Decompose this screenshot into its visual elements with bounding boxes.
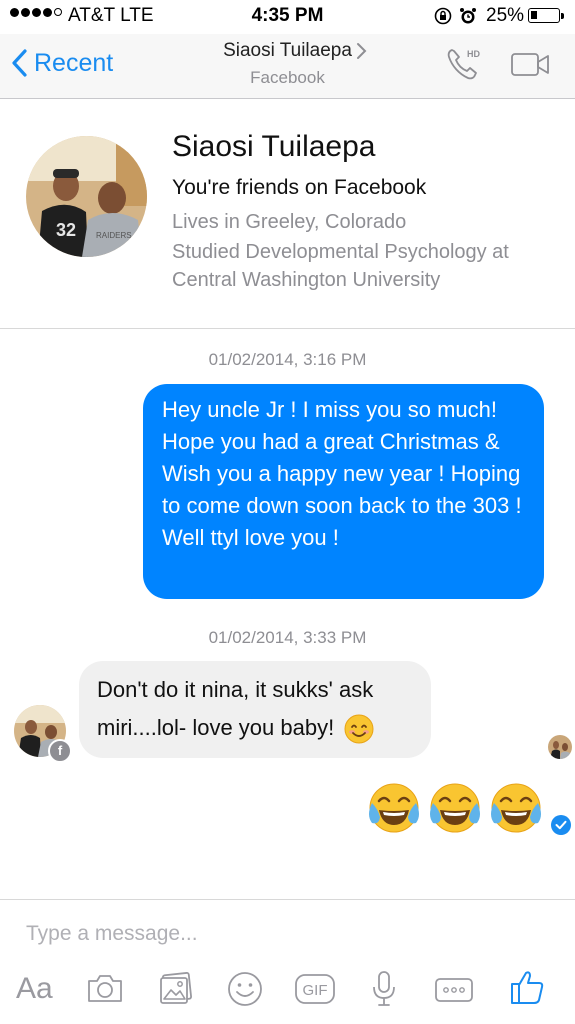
svg-text:HD: HD [467,49,480,59]
divider [0,328,575,329]
status-bar: AT&T LTE 4:35 PM 25% [0,0,575,34]
message-text: Hey uncle Jr ! I miss you so much! Hope … [162,397,522,550]
voice-message-button[interactable] [371,970,397,1013]
profile-education: Studied Developmental Psychology at Cent… [172,241,509,291]
divider [0,899,575,900]
battery-percentage: 25% [486,5,525,26]
hd-call-button[interactable]: HD [445,46,487,89]
photo-gallery-button[interactable] [158,970,194,1011]
svg-text:32: 32 [56,220,76,240]
thumbs-up-icon [511,971,544,1004]
battery-tip [561,13,564,19]
conversation-source: Facebook [250,68,325,87]
message-text: Don't do it nina, it sukks' ask miri....… [97,677,374,740]
read-receipt-avatar [548,735,572,759]
sent-message-bubble[interactable]: Hey uncle Jr ! I miss you so much! Hope … [143,384,544,599]
received-message-bubble[interactable]: Don't do it nina, it sukks' ask miri....… [79,661,431,758]
message-input[interactable] [18,912,558,956]
microphone-icon [373,971,395,1006]
composer-toolbar: Aa GIF [0,966,575,1016]
like-button[interactable] [509,968,545,1011]
tears-of-joy-emoji[interactable] [366,781,422,837]
smiley-icon [228,972,262,1006]
battery-icon [528,8,560,23]
alarm-icon [459,7,477,31]
more-icon [435,978,473,1002]
gif-button[interactable]: GIF [294,973,336,1010]
chevron-left-icon [12,49,27,77]
more-options-button[interactable] [434,977,474,1008]
chevron-right-icon [355,41,367,66]
message-timestamp: 01/02/2014, 3:33 PM [208,628,367,647]
friendship-status: You're friends on Facebook [172,176,427,199]
camera-button[interactable] [86,972,124,1009]
camera-icon [88,975,122,1002]
text-format-button[interactable]: Aa [16,972,53,1006]
facebook-badge-icon: f [48,739,72,763]
video-call-button[interactable] [510,52,552,83]
smiling-face-emoji [344,714,374,744]
phone-icon: HD [447,49,480,80]
profile-location: Lives in Greeley, Colorado [172,211,407,233]
gif-icon: GIF [295,974,335,1004]
tears-of-joy-emoji[interactable] [427,781,483,837]
message-timestamp: 01/02/2014, 3:16 PM [208,350,367,369]
video-camera-icon [511,53,549,76]
back-button[interactable]: Recent [10,48,113,78]
profile-name: Siaosi Tuilaepa [172,130,376,163]
svg-text:RAIDERS: RAIDERS [96,231,132,240]
svg-text:GIF: GIF [303,982,328,999]
rotation-lock-icon [434,7,452,31]
profile-avatar[interactable]: 32 RAIDERS [26,136,147,257]
sticker-button[interactable] [227,971,263,1012]
navigation-bar: Recent Siaosi Tuilaepa Facebook HD [0,34,575,99]
back-button-label: Recent [34,48,114,77]
tears-of-joy-emoji[interactable] [488,781,544,837]
delivered-check-icon [551,815,571,835]
photo-icon [160,972,192,1004]
